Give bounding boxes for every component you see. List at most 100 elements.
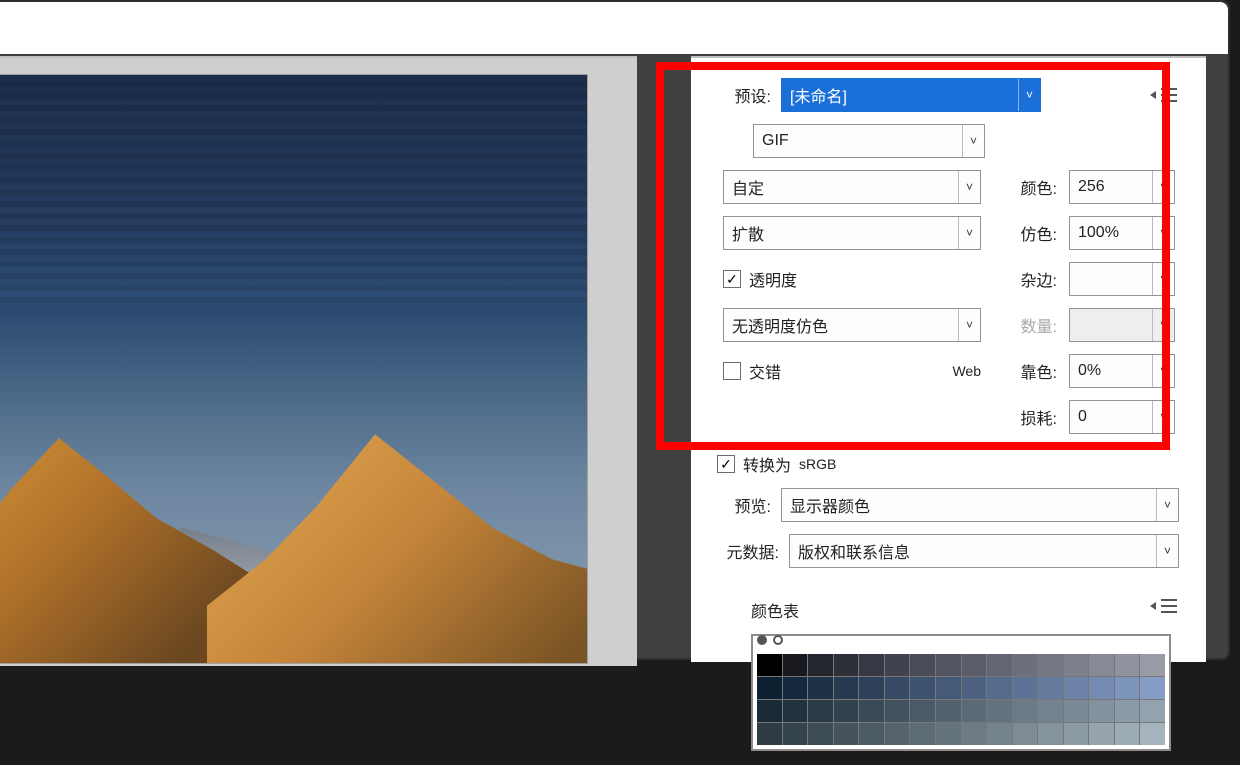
transparency-amount-input: ˅ [1069, 308, 1175, 342]
panel-menu-icon[interactable] [1158, 88, 1180, 102]
color-swatch[interactable] [1089, 723, 1114, 745]
color-swatch[interactable] [1013, 700, 1038, 722]
color-swatch[interactable] [757, 654, 782, 676]
preset-combo[interactable]: [未命名] ˅ [781, 78, 1041, 112]
preset-value: [未命名] [790, 83, 847, 107]
color-swatch[interactable] [885, 700, 910, 722]
color-swatch[interactable] [936, 654, 961, 676]
color-swatch[interactable] [936, 700, 961, 722]
color-swatch[interactable] [757, 677, 782, 699]
color-swatch[interactable] [910, 677, 935, 699]
color-swatch[interactable] [783, 654, 808, 676]
color-swatch[interactable] [1013, 723, 1038, 745]
color-swatch[interactable] [936, 723, 961, 745]
color-swatch[interactable] [1038, 700, 1063, 722]
color-swatch[interactable] [885, 654, 910, 676]
color-swatch[interactable] [834, 654, 859, 676]
color-swatch[interactable] [1115, 677, 1140, 699]
preview-combo[interactable]: 显示器颜色 ˅ [781, 488, 1179, 522]
colors-input[interactable]: 256 ˅ [1069, 170, 1175, 204]
color-swatch[interactable] [885, 723, 910, 745]
transparency-checkbox[interactable]: ✓ 透明度 [723, 267, 989, 291]
color-swatch[interactable] [1038, 723, 1063, 745]
color-swatch[interactable] [1140, 700, 1165, 722]
color-table-title: 颜色表 [751, 598, 799, 622]
transparency-label: 透明度 [749, 267, 797, 291]
preview-pane [0, 56, 637, 666]
color-swatch[interactable] [1140, 654, 1165, 676]
interlace-checkbox[interactable]: 交错 [723, 359, 781, 383]
color-swatch[interactable] [987, 677, 1012, 699]
image-canvas[interactable] [0, 74, 588, 664]
color-swatch[interactable] [1064, 700, 1089, 722]
color-swatch[interactable] [1115, 654, 1140, 676]
swatch-grid[interactable] [757, 654, 1165, 745]
color-swatch[interactable] [1115, 700, 1140, 722]
color-swatch[interactable] [1089, 654, 1114, 676]
metadata-combo[interactable]: 版权和联系信息 ˅ [789, 534, 1179, 568]
color-swatch[interactable] [859, 677, 884, 699]
color-swatch[interactable] [962, 723, 987, 745]
transparency-dither-combo[interactable]: 无透明度仿色 ˅ [723, 308, 981, 342]
color-swatch[interactable] [987, 723, 1012, 745]
dither-amount-input[interactable]: 100% ˅ [1069, 216, 1175, 250]
lossy-input[interactable]: 0 ˅ [1069, 400, 1175, 434]
color-swatch[interactable] [1140, 723, 1165, 745]
color-swatch[interactable] [1064, 677, 1089, 699]
color-swatch[interactable] [859, 654, 884, 676]
websnap-input[interactable]: 0% ˅ [1069, 354, 1175, 388]
color-swatch[interactable] [910, 654, 935, 676]
metadata-label: 元数据: [717, 539, 779, 563]
format-combo[interactable]: GIF ˅ [753, 124, 985, 158]
color-swatch[interactable] [936, 677, 961, 699]
color-swatch[interactable] [910, 700, 935, 722]
color-swatch[interactable] [962, 654, 987, 676]
radio-off-icon [773, 635, 783, 645]
color-swatch[interactable] [1038, 654, 1063, 676]
color-swatch[interactable] [1013, 677, 1038, 699]
dither-type-combo[interactable]: 扩散 ˅ [723, 216, 981, 250]
chevron-down-icon: ˅ [1152, 263, 1174, 295]
color-swatch[interactable] [783, 677, 808, 699]
color-swatch[interactable] [834, 700, 859, 722]
color-swatch[interactable] [1064, 654, 1089, 676]
color-table-sort-radios[interactable] [757, 635, 783, 645]
color-swatch[interactable] [808, 654, 833, 676]
palette-type-value: 自定 [732, 175, 764, 199]
color-table-menu-icon[interactable] [1158, 599, 1180, 613]
color-swatch[interactable] [783, 723, 808, 745]
color-swatch[interactable] [987, 654, 1012, 676]
color-swatch[interactable] [962, 700, 987, 722]
matte-label: 杂边: [999, 267, 1059, 291]
palette-type-combo[interactable]: 自定 ˅ [723, 170, 981, 204]
color-table[interactable] [751, 634, 1171, 751]
color-swatch[interactable] [1089, 677, 1114, 699]
color-swatch[interactable] [1064, 723, 1089, 745]
color-swatch[interactable] [962, 677, 987, 699]
color-swatch[interactable] [885, 677, 910, 699]
color-swatch[interactable] [987, 700, 1012, 722]
color-swatch[interactable] [1140, 677, 1165, 699]
color-swatch[interactable] [859, 723, 884, 745]
chevron-down-icon: ˅ [958, 309, 980, 341]
color-swatch[interactable] [1089, 700, 1114, 722]
color-swatch[interactable] [1115, 723, 1140, 745]
matte-input[interactable]: ˅ [1069, 262, 1175, 296]
color-swatch[interactable] [808, 723, 833, 745]
color-swatch[interactable] [757, 723, 782, 745]
color-swatch[interactable] [757, 700, 782, 722]
interlace-label: 交错 [749, 359, 781, 383]
color-swatch[interactable] [859, 700, 884, 722]
color-swatch[interactable] [910, 723, 935, 745]
color-swatch[interactable] [808, 677, 833, 699]
chevron-down-icon: ˅ [1152, 309, 1174, 341]
color-swatch[interactable] [1013, 654, 1038, 676]
color-swatch[interactable] [834, 677, 859, 699]
dither-amount-label: 仿色: [999, 221, 1059, 245]
convert-value: sRGB [799, 456, 836, 472]
color-swatch[interactable] [783, 700, 808, 722]
color-swatch[interactable] [808, 700, 833, 722]
color-swatch[interactable] [1038, 677, 1063, 699]
convert-srgb-checkbox[interactable]: ✓ 转换为 sRGB [717, 452, 836, 476]
color-swatch[interactable] [834, 723, 859, 745]
